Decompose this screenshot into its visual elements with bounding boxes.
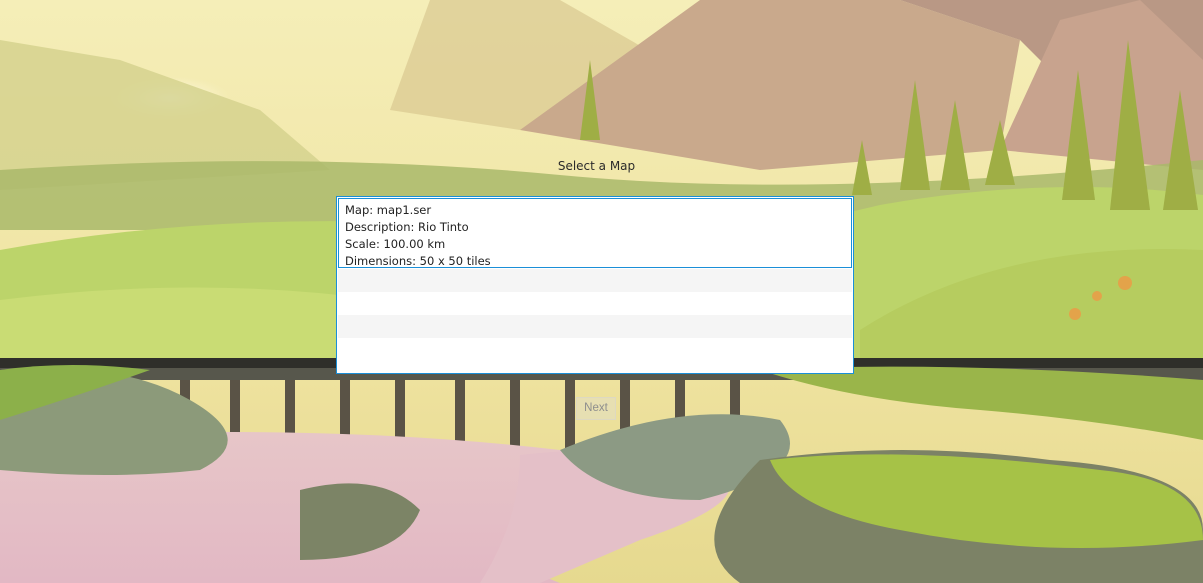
map-name-label: Map: map1.ser	[345, 203, 432, 217]
map-dimensions-label: Dimensions: 50 x 50 tiles	[345, 254, 491, 268]
map-list[interactable]: Map: map1.ser Description: Rio Tinto Sca…	[336, 196, 854, 374]
list-row-empty	[338, 292, 852, 315]
list-row-empty	[338, 315, 852, 338]
next-button[interactable]: Next	[576, 397, 616, 420]
map-description-label: Description: Rio Tinto	[345, 220, 469, 234]
list-item-map1[interactable]: Map: map1.ser Description: Rio Tinto Sca…	[338, 198, 852, 268]
list-row-empty	[338, 269, 852, 292]
page-title: Select a Map	[557, 159, 636, 173]
map-scale-label: Scale: 100.00 km	[345, 237, 446, 251]
map-selection-screen: Select a Map Map: map1.ser Description: …	[0, 0, 1203, 583]
list-row-empty	[338, 338, 852, 361]
